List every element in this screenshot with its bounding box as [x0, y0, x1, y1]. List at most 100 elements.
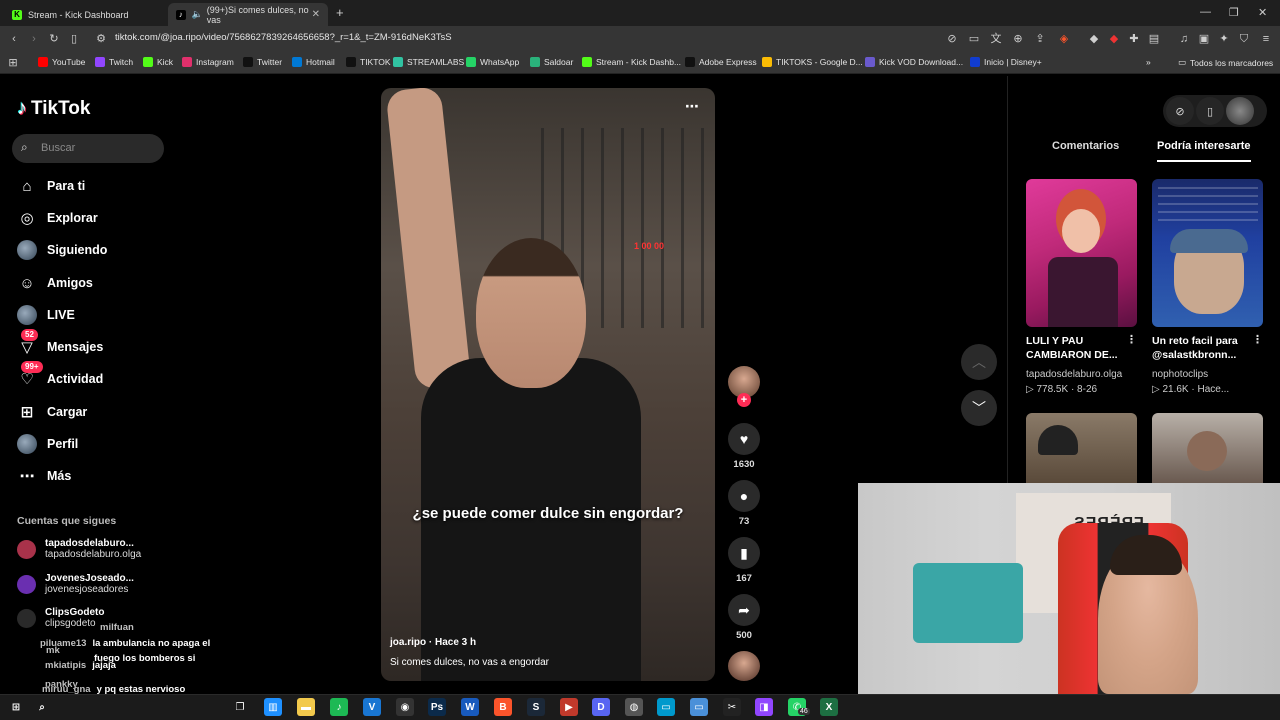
extension-icon[interactable]: ◆	[1086, 31, 1102, 47]
card-title[interactable]: LULI Y PAU CAMBIARON DE...	[1026, 334, 1136, 362]
following-account[interactable]: JovenesJoseado... jovenesjoseadores	[17, 573, 134, 595]
bookmark-item[interactable]: Hotmail	[292, 57, 335, 67]
nav-item-3[interactable]: Siguiendo	[17, 238, 107, 262]
like-action[interactable]: ♥ 1630	[728, 423, 760, 470]
capcut-icon[interactable]: ✂	[723, 698, 741, 716]
device-icon[interactable]: ▯	[1196, 97, 1224, 125]
photoshop-icon[interactable]: Ps	[428, 698, 446, 716]
tiktok-logo[interactable]: ♪ TikTok	[17, 97, 90, 120]
bookmarks-more[interactable]: »	[1146, 57, 1151, 67]
bookmark-page-icon[interactable]: ▯	[66, 31, 82, 47]
reload-icon[interactable]: ↻	[46, 31, 62, 47]
comment-action[interactable]: ● 73	[728, 480, 760, 527]
app-icon[interactable]: ◍	[625, 698, 643, 716]
spotify-icon[interactable]: ♪	[330, 698, 348, 716]
windows-start-icon[interactable]: ⊞	[7, 698, 25, 716]
bookmark-item[interactable]: TIKTOKS - Google D...	[762, 57, 863, 67]
share-arrow-icon[interactable]: ➦	[728, 594, 760, 626]
coins-icon[interactable]: ⊘	[1166, 97, 1194, 125]
video-thumbnail[interactable]	[1026, 413, 1137, 483]
card-title[interactable]: Un reto facil para @salastkbronn...	[1152, 334, 1262, 362]
back-icon[interactable]: ‹	[6, 31, 22, 47]
card-author[interactable]: tapadosdelaburo.olga	[1026, 369, 1122, 380]
screen-icon[interactable]: ▭	[966, 31, 982, 47]
vscode-icon[interactable]: V	[363, 698, 381, 716]
previous-video-button[interactable]: ︿	[961, 344, 997, 380]
next-video-button[interactable]: ﹀	[961, 390, 997, 426]
tab-tiktok-video[interactable]: ♪ 🔈 (99+)Si comes dulces, no vas ✕	[168, 3, 328, 26]
discord-icon[interactable]: D	[592, 698, 610, 716]
all-bookmarks[interactable]: ▭ Todos los marcadores	[1178, 57, 1273, 68]
twitch-icon[interactable]: ◨	[755, 698, 773, 716]
ai-icon[interactable]: ✦	[1216, 31, 1232, 47]
word-icon[interactable]: W	[461, 698, 479, 716]
nav-item-7[interactable]: ♡ 99+ Actividad	[17, 361, 103, 391]
video-app-icon[interactable]: ▶	[560, 698, 578, 716]
zoom-icon[interactable]: ⊕	[1010, 31, 1026, 47]
video-thumbnail[interactable]	[1026, 179, 1137, 327]
profile-avatar[interactable]	[1226, 97, 1254, 125]
bookmark-item[interactable]: STREAMLABS	[393, 57, 464, 67]
bookmark-item[interactable]: Instagram	[182, 57, 234, 67]
maximize-button[interactable]: ❐	[1229, 6, 1239, 19]
nav-item-5[interactable]: LIVE	[17, 303, 75, 327]
bookmark-item[interactable]: Adobe Express	[685, 57, 757, 67]
wallet-icon[interactable]: ▣	[1196, 31, 1212, 47]
sidebar-icon[interactable]: ▤	[1146, 31, 1162, 47]
nav-item-9[interactable]: Perfil	[17, 432, 78, 456]
nav-item-2[interactable]: ◎ Explorar	[17, 206, 97, 230]
brave-shield-icon[interactable]: ◈	[1056, 31, 1072, 47]
share-icon[interactable]: ⇪	[1032, 31, 1048, 47]
card-author[interactable]: nophotoclips	[1152, 369, 1208, 380]
remote-icon[interactable]: ▭	[657, 698, 675, 716]
bookmark-item[interactable]: Saldoar	[530, 57, 573, 67]
nav-item-4[interactable]: ☺ Amigos	[17, 271, 93, 295]
vpn-icon[interactable]: ⛉	[1236, 31, 1252, 47]
close-tab-icon[interactable]: ✕	[312, 9, 320, 20]
tab-kick-dashboard[interactable]: K Stream - Kick Dashboard	[4, 3, 166, 26]
tab-comments[interactable]: Comentarios	[1052, 140, 1119, 152]
bookmark-item[interactable]: Inicio | Disney+	[970, 57, 1042, 67]
minimize-button[interactable]: —	[1200, 6, 1211, 18]
task-view-icon[interactable]: ❐	[231, 698, 249, 716]
heart-icon[interactable]: ♥	[728, 423, 760, 455]
following-account[interactable]: ClipsGodeto clipsgodeto	[17, 607, 104, 629]
video-player[interactable]: 1 00 00	[381, 88, 715, 681]
video-more-options[interactable]: ⋯	[685, 98, 699, 115]
new-tab-button[interactable]: +	[336, 5, 344, 20]
bookmark-item[interactable]: Stream - Kick Dashb...	[582, 57, 681, 67]
follow-plus-button[interactable]: +	[737, 393, 751, 407]
bookmark-icon[interactable]: ▮	[728, 537, 760, 569]
video-author[interactable]: joa.ripo · Hace 3 h	[390, 637, 476, 648]
save-action[interactable]: ▮ 167	[728, 537, 760, 584]
bookmark-item[interactable]: Kick VOD Download...	[865, 57, 963, 67]
tab-you-may-like[interactable]: Podría interesarte	[1157, 140, 1251, 152]
forward-icon[interactable]: ›	[26, 31, 42, 47]
extension-red-icon[interactable]: ◆	[1106, 31, 1122, 47]
puzzle-icon[interactable]: ✚	[1126, 31, 1142, 47]
obs-icon[interactable]: ◉	[396, 698, 414, 716]
music-icon[interactable]: ♫	[1176, 31, 1192, 47]
steam-icon[interactable]: S	[527, 698, 545, 716]
nav-item-8[interactable]: ⊞ Cargar	[17, 400, 88, 424]
chrome-remote-icon[interactable]: ▭	[690, 698, 708, 716]
bookmark-item[interactable]: Kick	[143, 57, 173, 67]
share-action[interactable]: ➦ 500	[728, 594, 760, 641]
search-icon[interactable]: ⌕	[33, 698, 51, 716]
search-input[interactable]: ⌕ Buscar	[12, 134, 164, 163]
bookmark-item[interactable]: Twitter	[243, 57, 282, 67]
video-thumbnail[interactable]	[1152, 413, 1263, 483]
card-more-icon[interactable]: ⋮	[1126, 333, 1137, 346]
explorer-icon[interactable]: ▬	[297, 698, 315, 716]
nav-item-1[interactable]: ⌂ Para ti	[17, 174, 85, 198]
url-text[interactable]: tiktok.com/@joa.ripo/video/7568627839264…	[115, 32, 452, 43]
widgets-icon[interactable]: ▥	[264, 698, 282, 716]
video-thumbnail[interactable]	[1152, 179, 1263, 327]
brave-icon[interactable]: B	[494, 698, 512, 716]
bookmark-item[interactable]: YouTube	[38, 57, 85, 67]
close-window-button[interactable]: ✕	[1258, 6, 1267, 19]
apps-grid-icon[interactable]: ⊞	[5, 55, 21, 71]
bookmark-item[interactable]: Twitch	[95, 57, 133, 67]
site-info-icon[interactable]: ⚙	[93, 31, 109, 47]
comment-icon[interactable]: ●	[728, 480, 760, 512]
